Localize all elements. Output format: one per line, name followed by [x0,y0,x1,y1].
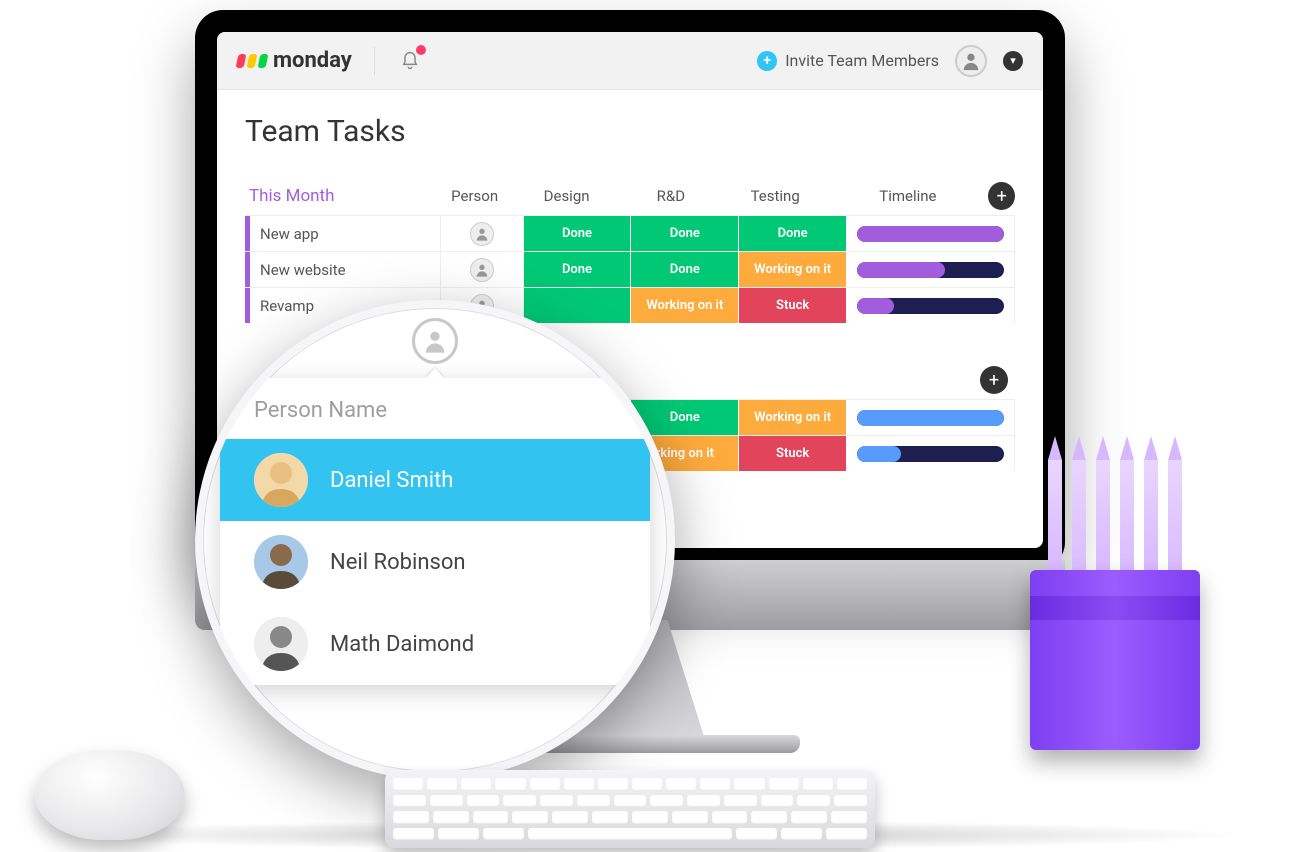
assignee-avatar [470,258,494,282]
divider [374,47,375,75]
person-picker-popover: Person Name Daniel Smith Neil Robinson [220,378,650,685]
profile-avatar[interactable] [955,45,987,77]
status-cell-testing[interactable]: Stuck [739,288,847,323]
desk-mouse [35,750,185,840]
person-icon [960,50,982,72]
person-avatar [254,453,308,507]
person-option[interactable]: Neil Robinson [220,521,650,603]
plus-icon: + [989,370,999,391]
status-cell-testing[interactable]: Working on it [739,400,847,435]
column-header-person[interactable]: Person [435,187,515,205]
timeline-cell[interactable] [847,252,1014,287]
board-header-row: This Month Person Design R&D Testing Tim… [245,177,1015,215]
timeline-cell[interactable] [847,400,1014,435]
pencil-cup [1030,520,1200,750]
add-column-button[interactable]: + [980,366,1008,394]
status-cell-testing[interactable]: Stuck [739,436,847,471]
task-name-cell[interactable]: New app [245,216,441,251]
person-option[interactable]: Daniel Smith [220,439,650,521]
column-header-rnd[interactable]: R&D [619,187,723,205]
logo-dot [236,54,247,68]
status-cell-design[interactable]: Done [524,216,632,251]
add-column-button[interactable]: + [988,182,1015,210]
person-avatar [254,535,308,589]
notifications-button[interactable] [397,48,423,74]
timeline-fill [857,446,901,462]
invite-team-button[interactable]: + Invite Team Members [757,51,939,71]
table-row: New app Done Done Done [245,215,1015,251]
timeline-cell[interactable] [847,216,1014,251]
status-cell-rnd[interactable]: Done [631,216,739,251]
page-title: Team Tasks [245,114,1015,149]
timeline-cell[interactable] [847,288,1014,323]
column-header-timeline[interactable]: Timeline [827,187,988,205]
plus-icon: + [997,186,1007,207]
person-name: Daniel Smith [330,468,453,493]
task-name-cell[interactable]: New website [245,252,441,287]
top-bar: monday + Invite Team Members ▾ [217,32,1043,90]
chevron-down-icon: ▾ [1010,54,1016,67]
logo-dot [247,54,258,68]
person-name: Math Daimond [330,632,474,657]
app-logo[interactable]: monday [237,48,352,73]
assignee-avatar [470,222,494,246]
profile-menu-button[interactable]: ▾ [1003,51,1023,71]
person-name: Neil Robinson [330,550,466,575]
group-title[interactable]: This Month [245,186,435,206]
timeline-fill [857,226,1004,242]
column-header-design[interactable]: Design [514,187,618,205]
empty-person-icon [412,318,458,364]
person-option[interactable]: Math Daimond [220,603,650,685]
desk-keyboard [385,770,875,848]
person-picker-zoom: Person Name Daniel Smith Neil Robinson [195,300,675,780]
invite-label: Invite Team Members [785,51,939,70]
table-row: New website Done Done Working on it [245,251,1015,287]
logo-mark [237,54,267,68]
timeline-cell[interactable] [847,436,1014,471]
status-cell-design[interactable]: Done [524,252,632,287]
person-picker-title: Person Name [220,378,650,439]
column-header-testing[interactable]: Testing [723,187,827,205]
logo-dot [258,54,269,68]
timeline-fill [857,410,1004,426]
plus-circle-icon: + [757,51,777,71]
status-cell-testing[interactable]: Working on it [739,252,847,287]
notification-dot-icon [416,45,426,55]
timeline-fill [857,298,894,314]
status-cell-rnd[interactable]: Done [631,252,739,287]
person-cell[interactable] [441,216,523,251]
person-avatar [254,617,308,671]
timeline-fill [857,262,945,278]
logo-text: monday [273,48,352,73]
popover-caret-icon [426,368,444,378]
status-cell-testing[interactable]: Done [739,216,847,251]
person-cell[interactable] [441,252,523,287]
